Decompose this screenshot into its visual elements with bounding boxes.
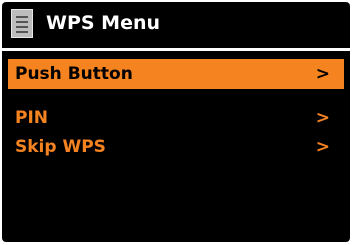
menu-list-icon-line — [16, 16, 28, 18]
menu-list-icon — [11, 9, 33, 38]
menu-list-icon-line — [16, 21, 28, 23]
menu-list-icon-line — [16, 26, 28, 28]
page-title: WPS Menu — [46, 12, 161, 34]
menu-item-label: Skip WPS — [15, 137, 106, 157]
menu-list-icon-line — [16, 31, 28, 33]
menu-item-label: Push Button — [15, 64, 133, 84]
display-screen: WPS Menu Push Button > PIN > Skip WPS > — [2, 2, 350, 242]
menu-item-pin[interactable]: PIN > — [8, 103, 344, 133]
menu-item-skip-wps[interactable]: Skip WPS > — [8, 132, 344, 162]
chevron-right-icon: > — [315, 64, 330, 84]
header-divider — [2, 48, 350, 51]
screen-header: WPS Menu — [2, 2, 350, 46]
chevron-right-icon: > — [315, 137, 330, 157]
chevron-right-icon: > — [315, 108, 330, 128]
menu-item-push-button[interactable]: Push Button > — [8, 59, 344, 89]
menu-item-label: PIN — [15, 108, 49, 128]
